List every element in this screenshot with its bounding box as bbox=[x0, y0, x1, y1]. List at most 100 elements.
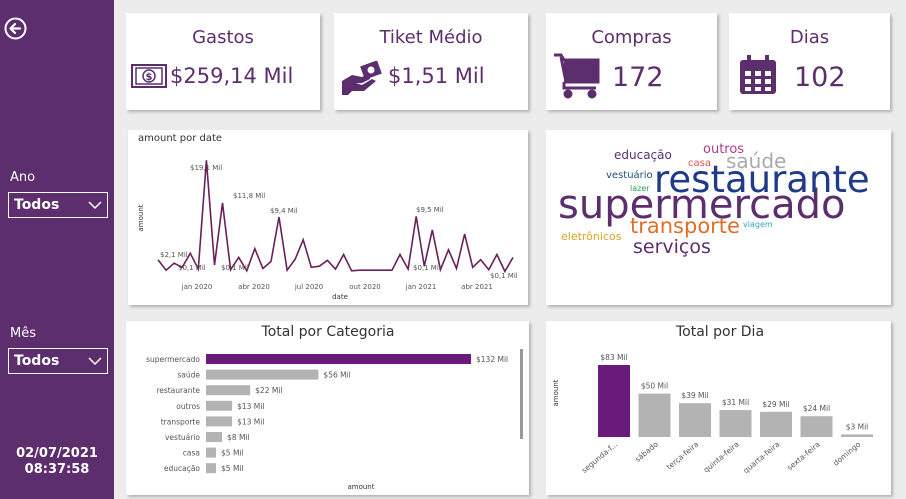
category-bar[interactable] bbox=[206, 400, 233, 411]
kpi-value: $259,14 Mil bbox=[170, 64, 294, 88]
day-value-label: $31 Mil bbox=[722, 398, 749, 407]
day-bar[interactable] bbox=[760, 411, 792, 437]
data-label: $0,1 Mil bbox=[413, 264, 441, 272]
category-label: casa bbox=[183, 449, 200, 458]
day-chart: Total por Dia amount $83 Mil segunda-f...… bbox=[552, 324, 873, 475]
day-bar[interactable] bbox=[800, 416, 833, 437]
x-tick-label: jul 2020 bbox=[294, 283, 323, 291]
category-value-label: $22 Mil bbox=[255, 386, 282, 395]
day-chart-ylabel: amount bbox=[552, 379, 560, 406]
word-casa: casa bbox=[688, 158, 711, 169]
day-value-label: $83 Mil bbox=[600, 353, 627, 362]
category-value-label: $13 Mil bbox=[237, 417, 264, 426]
time-text: 08:37:58 bbox=[24, 462, 90, 477]
chevron-down-icon bbox=[88, 201, 102, 210]
data-label: $2,1 Mil bbox=[160, 251, 188, 259]
x-tick-label: abr 2021 bbox=[461, 283, 493, 291]
month-slicer-value: Todos bbox=[14, 353, 60, 369]
category-chart-title: Total por Categoria bbox=[261, 324, 395, 340]
word-outros: outros bbox=[703, 142, 744, 157]
kpi-card-tiket-medio: Tiket Médio $1,51 Mil bbox=[334, 13, 528, 110]
day-chart-card[interactable]: Total por Dia amount $83 Mil segunda-f...… bbox=[546, 321, 891, 495]
kpi-card-dias: Dias 102 bbox=[729, 13, 890, 110]
day-category-label: terça-feira bbox=[665, 440, 701, 472]
day-bar[interactable] bbox=[638, 393, 671, 437]
line-chart-title: amount por date bbox=[138, 133, 222, 144]
day-category-label: quarta-feira bbox=[741, 440, 781, 475]
word-cloud-card[interactable]: supermercado restaurante transporte serv… bbox=[546, 130, 891, 305]
category-value-label: $5 Mil bbox=[221, 449, 244, 458]
line-chart-card[interactable]: amount por date amount date jan 2020 abr … bbox=[128, 130, 528, 305]
category-label: supermercado bbox=[146, 355, 200, 364]
word-transporte: transporte bbox=[630, 214, 740, 238]
category-bar[interactable] bbox=[206, 463, 216, 474]
day-bar[interactable] bbox=[679, 403, 711, 437]
cart-icon bbox=[554, 53, 600, 99]
data-label: $19,1 Mil bbox=[190, 164, 222, 172]
kpi-card-compras: Compras 172 bbox=[546, 13, 717, 110]
date-text: 02/07/2021 bbox=[16, 446, 98, 461]
category-chart-card[interactable]: Total por Categoria amount supermercado $… bbox=[126, 321, 529, 495]
calendar-icon bbox=[740, 55, 776, 94]
day-bar[interactable] bbox=[598, 365, 630, 437]
x-tick-label: out 2020 bbox=[349, 283, 381, 291]
year-slicer[interactable]: Todos bbox=[8, 192, 108, 218]
day-bar[interactable] bbox=[719, 410, 752, 437]
day-category-label: segunda-f... bbox=[580, 440, 620, 475]
category-chart-xlabel: amount bbox=[347, 483, 374, 491]
year-slicer-label: Ano bbox=[10, 170, 36, 185]
data-label: $9,4 Mil bbox=[270, 207, 298, 215]
category-value-label: $13 Mil bbox=[237, 402, 264, 411]
month-slicer[interactable]: Todos bbox=[8, 348, 108, 374]
category-value-label: $5 Mil bbox=[221, 464, 244, 473]
category-scrollbar[interactable] bbox=[520, 349, 523, 439]
money-icon: $ bbox=[131, 64, 167, 88]
category-bar[interactable] bbox=[206, 416, 233, 427]
category-bar[interactable] bbox=[206, 432, 223, 442]
data-label: $11,8 Mil bbox=[233, 192, 265, 200]
word-viagem: viagem bbox=[743, 220, 773, 229]
month-slicer-label: Mês bbox=[10, 326, 36, 341]
word-educacao: educação bbox=[614, 148, 672, 162]
line-chart-ylabel: amount bbox=[137, 204, 145, 231]
kpi-value: 172 bbox=[612, 62, 664, 93]
x-tick-label: jan 2021 bbox=[405, 283, 437, 291]
kpi-title: Gastos bbox=[192, 27, 254, 48]
category-chart: Total por Categoria amount supermercado $… bbox=[146, 324, 523, 491]
day-bar[interactable] bbox=[841, 434, 873, 437]
word-servicos: serviços bbox=[633, 236, 711, 258]
x-tick-label: abr 2020 bbox=[238, 283, 270, 291]
day-value-label: $39 Mil bbox=[681, 391, 708, 400]
data-label: $0,1 Mil bbox=[221, 264, 249, 272]
word-eletronicos: eletrônicos bbox=[561, 230, 622, 243]
kpi-title: Tiket Médio bbox=[379, 27, 483, 48]
datetime: 02/07/2021 08:37:58 bbox=[0, 446, 114, 478]
word-lazer: lazer bbox=[630, 184, 650, 193]
svg-text:$: $ bbox=[146, 72, 153, 83]
x-tick-label: jan 2020 bbox=[181, 283, 213, 291]
kpi-value: 102 bbox=[794, 62, 846, 93]
category-bar[interactable] bbox=[206, 369, 319, 380]
data-label: $9,5 Mil bbox=[416, 206, 444, 214]
line-chart-xlabel: date bbox=[332, 293, 348, 301]
kpi-title: Compras bbox=[591, 27, 672, 48]
back-arrow-icon[interactable] bbox=[4, 17, 27, 40]
data-label: $0,1 Mil bbox=[178, 264, 206, 272]
category-bar[interactable] bbox=[206, 447, 216, 458]
day-category-label: quinta-feira bbox=[702, 440, 741, 475]
category-bar[interactable] bbox=[206, 385, 251, 396]
day-category-label: sábado bbox=[633, 439, 660, 464]
data-label: $0,1 Mil bbox=[490, 272, 518, 280]
category-label: transporte bbox=[161, 417, 201, 426]
year-slicer-value: Todos bbox=[14, 197, 60, 213]
category-value-label: $56 Mil bbox=[323, 371, 350, 380]
sidebar: Ano Todos Mês Todos 02/07/2021 08:37:58 bbox=[0, 0, 114, 499]
chevron-down-icon bbox=[88, 357, 102, 366]
category-value-label: $132 Mil bbox=[476, 355, 508, 364]
word-cloud: supermercado restaurante transporte serv… bbox=[558, 142, 870, 258]
kpi-value: $1,51 Mil bbox=[388, 64, 485, 88]
day-category-label: sexta-feira bbox=[785, 440, 821, 473]
day-value-label: $24 Mil bbox=[803, 404, 830, 413]
category-bar[interactable] bbox=[206, 354, 471, 364]
day-value-label: $29 Mil bbox=[762, 400, 789, 409]
